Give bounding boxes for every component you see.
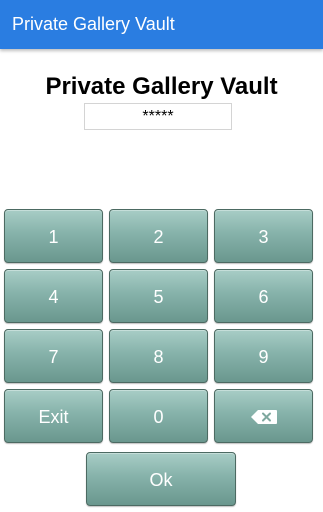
exit-label: Exit (38, 407, 69, 427)
key-3-label: 3 (258, 227, 269, 247)
key-4-label: 4 (48, 287, 59, 307)
ok-button[interactable]: Ok (86, 452, 236, 506)
app-bar-title: Private Gallery Vault (12, 14, 175, 34)
key-1-label: 1 (48, 227, 59, 247)
key-8-button[interactable]: 8 (109, 329, 208, 383)
key-2-button[interactable]: 2 (109, 209, 208, 263)
key-4-button[interactable]: 4 (4, 269, 103, 323)
backspace-icon (250, 409, 277, 424)
key-0-button[interactable]: 0 (109, 389, 208, 443)
key-6-button[interactable]: 6 (214, 269, 313, 323)
key-5-label: 5 (153, 287, 164, 307)
key-0-label: 0 (153, 407, 164, 427)
key-2-label: 2 (153, 227, 164, 247)
pin-input[interactable]: ***** (84, 103, 232, 130)
key-9-label: 9 (258, 347, 269, 367)
backspace-button[interactable] (214, 389, 313, 443)
key-8-label: 8 (153, 347, 164, 367)
page-title: Private Gallery Vault (45, 73, 278, 100)
key-3-button[interactable]: 3 (214, 209, 313, 263)
key-6-label: 6 (258, 287, 269, 307)
key-7-label: 7 (48, 347, 59, 367)
exit-button[interactable]: Exit (4, 389, 103, 443)
key-5-button[interactable]: 5 (109, 269, 208, 323)
app-bar: Private Gallery Vault (0, 0, 323, 49)
ok-label: Ok (149, 470, 173, 490)
key-7-button[interactable]: 7 (4, 329, 103, 383)
key-9-button[interactable]: 9 (214, 329, 313, 383)
key-1-button[interactable]: 1 (4, 209, 103, 263)
